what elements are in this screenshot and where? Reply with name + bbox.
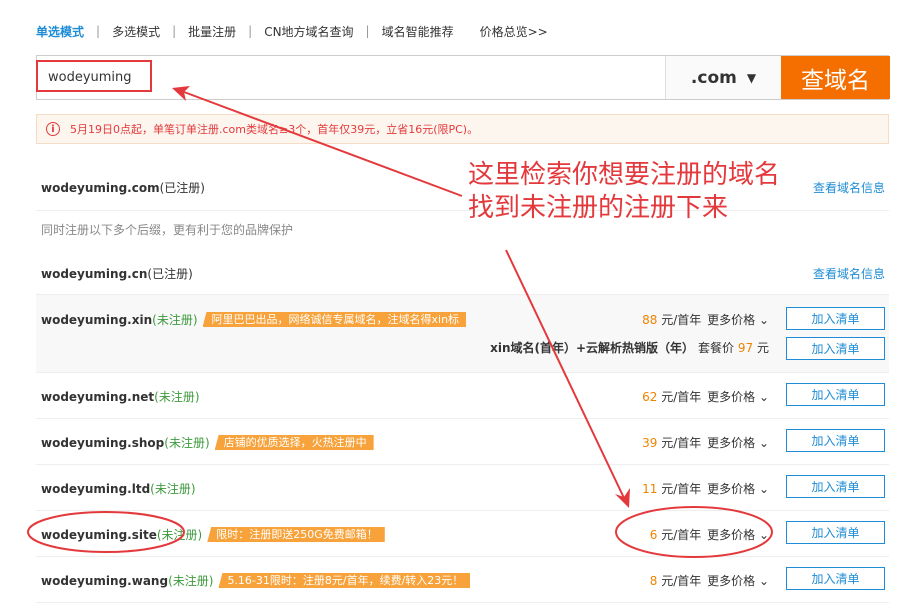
annotation-line: 这里检索你想要注册的域名 bbox=[468, 159, 780, 192]
suffix-value: .com bbox=[691, 68, 737, 88]
info-icon: i bbox=[46, 122, 60, 136]
tab-separator: | bbox=[96, 24, 100, 38]
price: 6 元/首年 更多价格 ⌄ bbox=[650, 526, 769, 543]
add-to-list-button[interactable]: 加入清单 bbox=[786, 383, 885, 406]
add-to-list-button[interactable]: 加入清单 bbox=[786, 567, 885, 590]
view-domain-info-link[interactable]: 查看域名信息 bbox=[813, 179, 885, 196]
domain-name: wodeyuming.cn(已注册) bbox=[41, 265, 193, 282]
domain-search-input[interactable] bbox=[37, 56, 664, 99]
result-row-site: wodeyuming.site(未注册)限时：注册即送250G免费邮箱！ 6 元… bbox=[36, 511, 889, 557]
tab-separator: | bbox=[366, 24, 370, 38]
price-overview-link[interactable]: 价格总览>> bbox=[480, 23, 548, 40]
domain-name: wodeyuming.ltd(未注册) bbox=[41, 480, 196, 497]
result-row-ltd: wodeyuming.ltd(未注册) 11 元/首年 更多价格 ⌄ 加入清单 bbox=[36, 465, 889, 511]
promo-tag: 店铺的优质选择，火热注册中 bbox=[215, 435, 374, 450]
tab-separator: | bbox=[248, 24, 252, 38]
annotation-line: 找到未注册的注册下来 bbox=[468, 192, 780, 225]
status-registered: (已注册) bbox=[160, 181, 205, 195]
price: 8 元/首年 更多价格 ⌄ bbox=[650, 572, 769, 589]
chevron-down-icon: ⌄ bbox=[759, 436, 769, 450]
domain-name: wodeyuming.shop(未注册)店铺的优质选择，火热注册中 bbox=[41, 434, 374, 451]
view-domain-info-link[interactable]: 查看域名信息 bbox=[813, 265, 885, 282]
more-prices-toggle[interactable]: 更多价格 ⌄ bbox=[707, 313, 769, 327]
domain-name: wodeyuming.xin(未注册)阿里巴巴出品，网络诚信专属域名，注域名得x… bbox=[41, 311, 466, 328]
bundle-offer: xin域名(首年）+云解析热销版（年）套餐价 97 元 bbox=[490, 339, 769, 356]
tab-cn-local-query[interactable]: CN地方域名查询 bbox=[264, 23, 353, 40]
price: 11 元/首年 更多价格 ⌄ bbox=[642, 480, 769, 497]
result-row-net: wodeyuming.net(未注册) 62 元/首年 更多价格 ⌄ 加入清单 bbox=[36, 373, 889, 419]
result-row-cn: wodeyuming.cn(已注册) 查看域名信息 bbox=[36, 249, 889, 295]
result-row-wang: wodeyuming.wang(未注册)5.16-31限时：注册8元/首年，续费… bbox=[36, 557, 889, 603]
price: 39 元/首年 更多价格 ⌄ bbox=[642, 434, 769, 451]
tab-single-mode[interactable]: 单选模式 bbox=[36, 23, 84, 40]
suffix-select[interactable]: .com ▼ bbox=[665, 56, 781, 99]
promo-tag: 阿里巴巴出品，网络诚信专属域名，注域名得xin标 bbox=[203, 312, 467, 327]
price: 62 元/首年 更多价格 ⌄ bbox=[642, 388, 769, 405]
add-to-list-button[interactable]: 加入清单 bbox=[786, 307, 885, 330]
chevron-down-icon: ⌄ bbox=[759, 313, 769, 327]
result-row-shop: wodeyuming.shop(未注册)店铺的优质选择，火热注册中 39 元/首… bbox=[36, 419, 889, 465]
add-to-list-button[interactable]: 加入清单 bbox=[786, 475, 885, 498]
promo-notice: i 5月19日0点起，单笔订单注册.com类域名≥3个，首年仅39元，立省16元… bbox=[36, 114, 889, 144]
tab-batch-register[interactable]: 批量注册 bbox=[188, 23, 236, 40]
more-prices-toggle[interactable]: 更多价格 ⌄ bbox=[707, 528, 769, 542]
status-available: (未注册) bbox=[154, 390, 199, 404]
multi-suffix-hint: 同时注册以下多个后缀，更有利于您的品牌保护 bbox=[41, 221, 293, 238]
status-registered: (已注册) bbox=[147, 267, 192, 281]
domain-name: wodeyuming.net(未注册) bbox=[41, 388, 200, 405]
domain-search-bar: .com ▼ 查域名 bbox=[36, 55, 889, 100]
more-prices-toggle[interactable]: 更多价格 ⌄ bbox=[707, 482, 769, 496]
status-available: (未注册) bbox=[152, 313, 197, 327]
more-prices-toggle[interactable]: 更多价格 ⌄ bbox=[707, 574, 769, 588]
result-row-xin: wodeyuming.xin(未注册)阿里巴巴出品，网络诚信专属域名，注域名得x… bbox=[36, 295, 889, 373]
status-available: (未注册) bbox=[164, 436, 209, 450]
annotation-text: 这里检索你想要注册的域名 找到未注册的注册下来 bbox=[468, 159, 780, 225]
notice-text: 5月19日0点起，单笔订单注册.com类域名≥3个，首年仅39元，立省16元(限… bbox=[70, 121, 478, 137]
caret-down-icon: ▼ bbox=[747, 71, 756, 85]
status-available: (未注册) bbox=[168, 574, 213, 588]
status-available: (未注册) bbox=[150, 482, 195, 496]
chevron-down-icon: ⌄ bbox=[759, 574, 769, 588]
domain-name: wodeyuming.com(已注册) bbox=[41, 179, 205, 196]
search-domain-button[interactable]: 查域名 bbox=[781, 56, 890, 99]
add-to-list-button[interactable]: 加入清单 bbox=[786, 521, 885, 544]
more-prices-toggle[interactable]: 更多价格 ⌄ bbox=[707, 390, 769, 404]
tab-multi-mode[interactable]: 多选模式 bbox=[112, 23, 160, 40]
chevron-down-icon: ⌄ bbox=[759, 482, 769, 496]
add-bundle-to-list-button[interactable]: 加入清单 bbox=[786, 337, 885, 360]
tab-separator: | bbox=[172, 24, 176, 38]
more-prices-toggle[interactable]: 更多价格 ⌄ bbox=[707, 436, 769, 450]
price: 88 元/首年 更多价格 ⌄ bbox=[642, 311, 769, 328]
status-available: (未注册) bbox=[157, 528, 202, 542]
mode-tabs: 单选模式 | 多选模式 | 批量注册 | CN地方域名查询 | 域名智能推荐 价… bbox=[36, 22, 548, 40]
add-to-list-button[interactable]: 加入清单 bbox=[786, 429, 885, 452]
domain-name: wodeyuming.wang(未注册)5.16-31限时：注册8元/首年，续费… bbox=[41, 572, 470, 589]
chevron-down-icon: ⌄ bbox=[759, 390, 769, 404]
chevron-down-icon: ⌄ bbox=[759, 528, 769, 542]
domain-name: wodeyuming.site(未注册)限时：注册即送250G免费邮箱！ bbox=[41, 526, 385, 543]
promo-tag: 限时：注册即送250G免费邮箱！ bbox=[207, 527, 385, 542]
tab-smart-recommend[interactable]: 域名智能推荐 bbox=[382, 23, 454, 40]
promo-tag: 5.16-31限时：注册8元/首年，续费/转入23元！ bbox=[218, 573, 470, 588]
